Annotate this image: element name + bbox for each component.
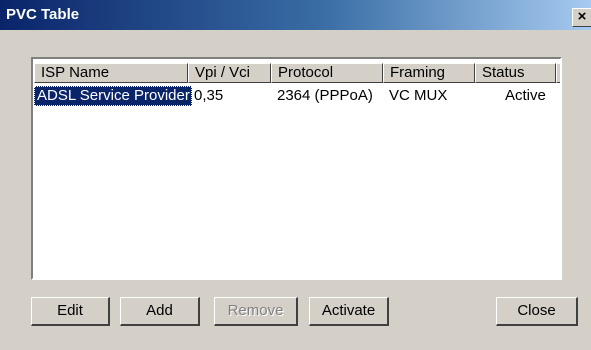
pvc-list[interactable]: ISP Name Vpi / Vci Protocol Framing Stat… xyxy=(31,57,562,280)
table-row-status[interactable]: Active xyxy=(499,86,546,106)
table-row-vpi-vci[interactable]: 0,35 xyxy=(188,86,223,106)
close-icon[interactable]: × xyxy=(572,8,591,27)
column-header-vpi-vci[interactable]: Vpi / Vci xyxy=(188,63,271,83)
column-header-isp-name[interactable]: ISP Name xyxy=(34,63,188,83)
add-button[interactable]: Add xyxy=(120,297,200,326)
column-header-framing[interactable]: Framing xyxy=(383,63,475,83)
edit-button[interactable]: Edit xyxy=(31,297,110,326)
column-header-status[interactable]: Status xyxy=(475,63,556,83)
column-header-filler xyxy=(556,63,560,83)
table-row-protocol[interactable]: 2364 (PPPoA) xyxy=(271,86,373,106)
column-header-protocol[interactable]: Protocol xyxy=(271,63,383,83)
table-row-isp-name[interactable]: ADSL Service Provider xyxy=(34,86,192,106)
close-button[interactable]: Close xyxy=(496,297,578,326)
title-bar[interactable]: PVC Table × xyxy=(0,0,591,30)
window-title: PVC Table xyxy=(6,6,80,23)
activate-button[interactable]: Activate xyxy=(309,297,389,326)
table-row-framing[interactable]: VC MUX xyxy=(383,86,447,106)
remove-button[interactable]: Remove xyxy=(214,297,298,326)
